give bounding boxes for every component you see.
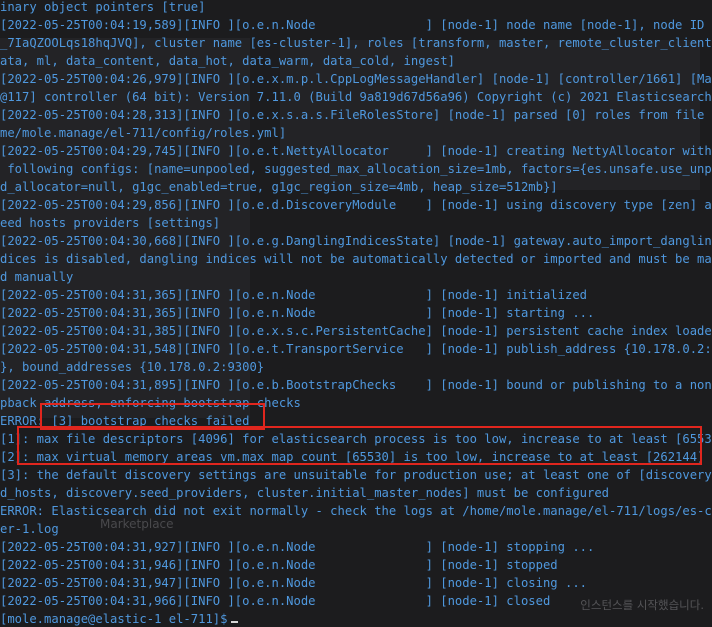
- terminal-line: }, bound_addresses {10.178.0.2:9300}: [0, 360, 265, 374]
- terminal-line: [2022-05-25T00:04:31,385][INFO ][o.e.x.s…: [0, 324, 712, 338]
- terminal-line: _7IaQZOOLqs18hqJVQ], cluster name [es-cl…: [0, 36, 712, 50]
- terminal-output: inary object pointers [true] [2022-05-25T…: [0, 0, 712, 627]
- terminal-line: d_hosts, discovery.seed_providers, clust…: [0, 486, 610, 500]
- terminal-line: d_allocator=null, g1gc_enabled=true, g1g…: [0, 180, 558, 194]
- terminal-line: [2]: max virtual memory areas vm.max_map…: [0, 450, 705, 464]
- terminal-line: ERROR: Elasticsearch did not exit normal…: [0, 504, 712, 518]
- terminal-line: following configs: [name=unpooled, sugge…: [0, 162, 712, 176]
- terminal-line: [2022-05-25T00:04:31,927][INFO ][o.e.n.N…: [0, 540, 595, 554]
- terminal-line: [2022-05-25T00:04:31,946][INFO ][o.e.n.N…: [0, 558, 558, 572]
- terminal-line: er-1.log: [0, 522, 59, 536]
- terminal-line: [3]: the default discovery settings are …: [0, 468, 712, 482]
- terminal-line: [2022-05-25T00:04:19,589][INFO ][o.e.n.N…: [0, 18, 712, 32]
- terminal-line: [2022-05-25T00:04:26,979][INFO ][o.e.x.m…: [0, 72, 712, 86]
- terminal-line: dices is disabled, dangling indices will…: [0, 252, 712, 266]
- terminal-line: [2022-05-25T00:04:31,895][INFO ][o.e.b.B…: [0, 378, 712, 392]
- terminal-line: [2022-05-25T00:04:31,548][INFO ][o.e.t.T…: [0, 342, 712, 356]
- terminal-window[interactable]: Marketplace inary object pointers [true]…: [0, 0, 712, 627]
- terminal-line: [2022-05-25T00:04:29,745][INFO ][o.e.t.N…: [0, 144, 712, 158]
- terminal-line: [2022-05-25T00:04:31,365][INFO ][o.e.n.N…: [0, 288, 587, 302]
- terminal-line: pback address, enforcing bootstrap check…: [0, 396, 301, 410]
- instance-started-toast: 인스턴스를 시작했습니다.: [580, 598, 704, 612]
- terminal-line: @117] controller (64 bit): Version 7.11.…: [0, 90, 712, 104]
- terminal-line: [2022-05-25T00:04:30,668][INFO ][o.e.g.D…: [0, 234, 712, 248]
- terminal-line: ERROR: [3] bootstrap checks failed: [0, 414, 250, 428]
- terminal-line: [2022-05-25T00:04:31,365][INFO ][o.e.n.N…: [0, 306, 595, 320]
- terminal-line: inary object pointers [true]: [0, 0, 206, 14]
- terminal-line: [2022-05-25T00:04:28,313][INFO ][o.e.x.s…: [0, 108, 712, 122]
- terminal-line: [1]: max file descriptors [4096] for ela…: [0, 432, 712, 446]
- terminal-line: eed hosts providers [settings]: [0, 216, 221, 230]
- terminal-line: [2022-05-25T00:04:29,856][INFO ][o.e.d.D…: [0, 198, 712, 212]
- terminal-line: me/mole.manage/el-711/config/roles.yml]: [0, 126, 287, 140]
- text-cursor: [231, 621, 239, 623]
- terminal-line: ata, ml, data_content, data_hot, data_wa…: [0, 54, 455, 68]
- terminal-line: d manually: [0, 270, 74, 284]
- terminal-line: [2022-05-25T00:04:31,947][INFO ][o.e.n.N…: [0, 576, 587, 590]
